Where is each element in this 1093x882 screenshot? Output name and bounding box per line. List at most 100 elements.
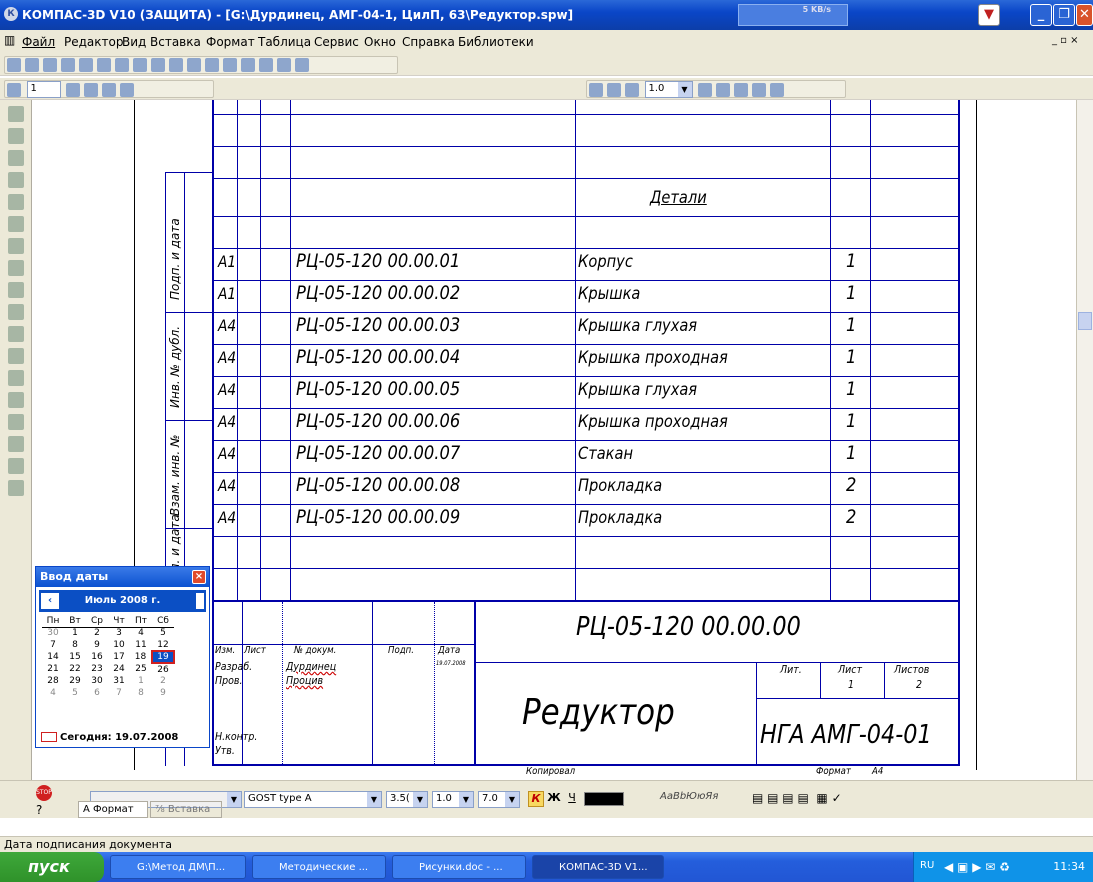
cut-icon[interactable] <box>115 58 129 72</box>
calendar-day[interactable]: 7 <box>42 639 64 651</box>
copy-icon[interactable] <box>133 58 147 72</box>
calendar-day[interactable]: 8 <box>130 687 152 699</box>
calendar-day[interactable]: 4 <box>42 687 64 699</box>
calendar-day[interactable]: 14 <box>42 651 64 663</box>
vertical-scrollbar[interactable] <box>1076 100 1093 780</box>
page-icon[interactable] <box>698 82 712 97</box>
task-folder[interactable]: G:\Метод ДМ\П... <box>110 855 246 879</box>
menu-libraries[interactable]: Библиотеки <box>458 35 534 49</box>
calendar-day[interactable]: 22 <box>64 663 86 675</box>
calendar-day[interactable]: 12 <box>152 639 174 651</box>
chevron-down-icon[interactable]: ▼ <box>505 792 519 807</box>
check-icon[interactable] <box>169 58 183 72</box>
save-icon[interactable] <box>43 58 57 72</box>
chevron-down-icon[interactable]: ▼ <box>413 792 427 807</box>
tool-object-icon[interactable] <box>8 172 24 188</box>
redo-icon[interactable] <box>223 58 237 72</box>
calendar-day[interactable]: 28 <box>42 675 64 687</box>
calendar-day[interactable]: 25 <box>130 663 152 675</box>
new-file-icon[interactable] <box>7 58 21 72</box>
calendar-day[interactable]: 1 <box>64 627 86 639</box>
tab-format[interactable]: A Формат <box>78 801 148 818</box>
calendar-day[interactable]: 15 <box>64 651 86 663</box>
calendar-day[interactable]: 6 <box>86 687 108 699</box>
minimize-button[interactable]: _ <box>1030 4 1052 26</box>
align-icons[interactable]: ▤ ▤ ▤ ▤ ▦ ✓ <box>752 791 842 805</box>
line-style-icon[interactable] <box>66 82 80 97</box>
tray-icons[interactable]: ◀ ▣ ▶ ✉ ♻ <box>944 860 1010 874</box>
underline-button[interactable]: Ч <box>564 791 580 807</box>
calendar-day[interactable]: 18 <box>130 651 152 663</box>
calendar-day[interactable]: 10 <box>108 639 130 651</box>
stop-icon[interactable]: STOP <box>36 785 52 801</box>
calendar-day[interactable]: 31 <box>108 675 130 687</box>
library-icon[interactable] <box>241 58 255 72</box>
layer-input[interactable]: 1 <box>26 81 61 98</box>
properties-icon[interactable] <box>97 58 111 72</box>
close-icon[interactable]: × <box>192 570 206 584</box>
tools-icon[interactable] <box>770 82 784 97</box>
calendar-day-selected[interactable]: 19 <box>151 650 175 664</box>
close-button[interactable]: ✕ <box>1076 4 1093 26</box>
tool-text-icon[interactable] <box>8 128 24 144</box>
step-select[interactable]: 7.0 ▼ <box>478 791 520 808</box>
zoom-out-icon[interactable] <box>607 82 621 97</box>
zoom-in-icon[interactable] <box>589 82 603 97</box>
calendar-day[interactable]: 9 <box>86 639 108 651</box>
tool-copy-icon[interactable] <box>8 414 24 430</box>
font-size-select[interactable]: 3.5(▼ <box>386 791 428 808</box>
calendar-day[interactable]: 2 <box>86 627 108 639</box>
menu-service[interactable]: Сервис <box>314 35 359 49</box>
italic-button[interactable]: К <box>528 791 544 807</box>
task-word-pictures[interactable]: Рисунки.doc - ... <box>392 855 526 879</box>
calendar-day[interactable]: 3 <box>108 627 130 639</box>
scrollbar-thumb[interactable] <box>1078 312 1092 330</box>
chevron-down-icon[interactable]: ▼ <box>367 792 381 807</box>
print-icon[interactable] <box>61 58 75 72</box>
menu-format[interactable]: Формат <box>206 35 255 49</box>
tool-link-icon[interactable] <box>8 260 24 276</box>
sort-icon[interactable] <box>102 82 116 97</box>
calendar-day[interactable]: 30 <box>42 627 64 639</box>
today-link[interactable]: Сегодня: 19.07.2008 <box>41 732 178 743</box>
undo-icon[interactable] <box>205 58 219 72</box>
chevron-down-icon[interactable]: ▼ <box>677 82 692 97</box>
calendar-day[interactable]: 17 <box>108 651 130 663</box>
color-picker[interactable] <box>584 792 624 806</box>
tool-pos-icon[interactable] <box>8 326 24 342</box>
list-icon[interactable] <box>734 82 748 97</box>
objects-icon[interactable] <box>716 82 730 97</box>
tool-page-icon[interactable] <box>8 370 24 386</box>
restricted-icon[interactable]: ▼ <box>978 4 1000 26</box>
doc-menu-icon[interactable]: ▥ <box>4 33 15 47</box>
calendar-day[interactable]: 5 <box>152 627 174 639</box>
calendar-day[interactable]: 21 <box>42 663 64 675</box>
tool-format-icon[interactable] <box>8 348 24 364</box>
tool-number-icon[interactable] <box>8 304 24 320</box>
align-icon[interactable] <box>120 82 134 97</box>
calendar-day[interactable]: 30 <box>86 675 108 687</box>
calendar-day[interactable]: 7 <box>108 687 130 699</box>
zoom-input[interactable]: 1.0 ▼ <box>644 81 693 98</box>
menu-edit[interactable]: Редактор <box>64 35 123 49</box>
tool-section-icon[interactable] <box>8 106 24 122</box>
tool-sum-icon[interactable] <box>8 480 24 496</box>
menu-help[interactable]: Справка <box>402 35 455 49</box>
variables-icon[interactable] <box>259 58 273 72</box>
tool-insert-icon[interactable] <box>8 150 24 166</box>
maximize-button[interactable]: ❐ <box>1053 4 1075 26</box>
bold-button[interactable]: Ж <box>546 791 562 807</box>
paste-icon[interactable] <box>151 58 165 72</box>
chevron-down-icon[interactable]: ▼ <box>227 792 241 807</box>
calendar-day[interactable]: 2 <box>152 675 174 687</box>
next-month-button[interactable] <box>196 593 204 609</box>
calendar-day[interactable]: 24 <box>108 663 130 675</box>
tool-lib-icon[interactable] <box>8 458 24 474</box>
open-file-icon[interactable] <box>25 58 39 72</box>
help-icon[interactable]: ? <box>36 803 42 817</box>
tool-prop-icon[interactable] <box>8 436 24 452</box>
calendar-day[interactable]: 16 <box>86 651 108 663</box>
manager-icon[interactable] <box>187 58 201 72</box>
calendar-day[interactable]: 29 <box>64 675 86 687</box>
tool-edit-icon[interactable] <box>8 238 24 254</box>
